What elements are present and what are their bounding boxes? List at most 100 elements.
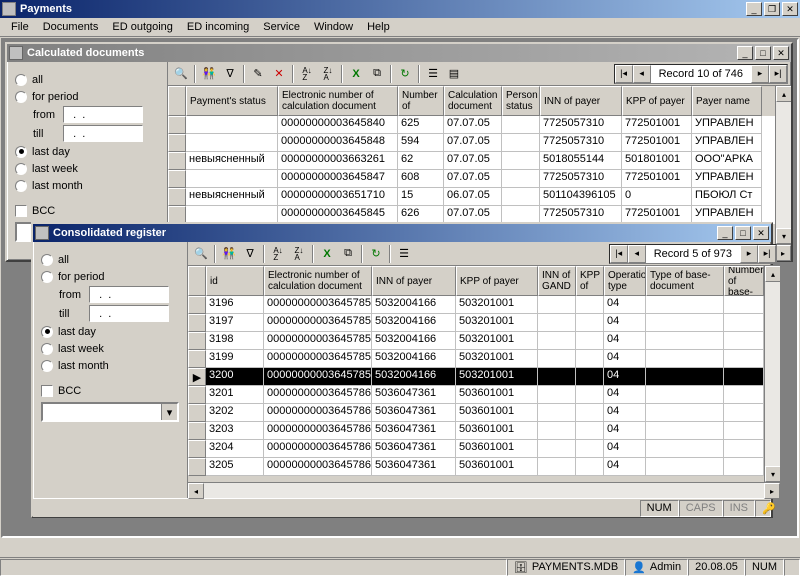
copy-icon[interactable]: ⧉ [338, 244, 358, 264]
menu-file[interactable]: File [4, 19, 36, 35]
table-cell[interactable]: 3204 [206, 440, 264, 458]
table-cell[interactable]: 3205 [206, 458, 264, 476]
zoom-icon[interactable]: 🔍 [171, 64, 191, 84]
table-cell[interactable]: 00000000003645847 [278, 170, 398, 188]
restore-button[interactable]: ❐ [764, 2, 780, 16]
table-cell[interactable]: 00000000003645786 [264, 440, 372, 458]
radio-last-month[interactable]: last month [15, 178, 159, 193]
table-cell[interactable] [186, 170, 278, 188]
resize-grip[interactable] [784, 559, 800, 576]
radio-last-day[interactable]: last day [15, 144, 159, 159]
table-cell[interactable]: 00000000003645785 [264, 350, 372, 368]
table-cell[interactable]: 07.07.05 [444, 134, 502, 152]
table-cell[interactable]: 503201001 [456, 350, 538, 368]
table-cell[interactable]: 04 [604, 422, 646, 440]
table-cell[interactable]: 00000000003645785 [264, 296, 372, 314]
radio-all[interactable]: all [15, 72, 159, 87]
export-excel-icon[interactable]: X [346, 64, 366, 84]
col-header[interactable]: INN of payer [372, 266, 456, 296]
table-row[interactable]: 3204000000000036457865036047361503601001… [188, 440, 764, 458]
table-cell[interactable] [724, 332, 764, 350]
table-cell[interactable]: 04 [604, 296, 646, 314]
table-cell[interactable] [538, 296, 576, 314]
child-maximize-button[interactable]: □ [735, 226, 751, 240]
nav-next-button[interactable]: ▸ [751, 65, 769, 83]
table-cell[interactable]: 15 [398, 188, 444, 206]
table-cell[interactable]: 07.07.05 [444, 116, 502, 134]
table-cell[interactable]: 62 [398, 152, 444, 170]
table-cell[interactable] [576, 458, 604, 476]
nav-first-button[interactable]: |◂ [615, 65, 633, 83]
col-header[interactable]: Payment's status [186, 86, 278, 116]
close-button[interactable]: ✕ [782, 2, 798, 16]
table-cell[interactable]: 0 [622, 188, 692, 206]
table-cell[interactable]: 3198 [206, 332, 264, 350]
table-cell[interactable]: 5032004166 [372, 368, 456, 386]
table-cell[interactable]: 5036047361 [372, 386, 456, 404]
table-cell[interactable]: 3201 [206, 386, 264, 404]
table-cell[interactable]: 608 [398, 170, 444, 188]
table-cell[interactable]: 5018055144 [540, 152, 622, 170]
table-cell[interactable]: 503201001 [456, 332, 538, 350]
table-cell[interactable]: 503601001 [456, 458, 538, 476]
table-cell[interactable]: 594 [398, 134, 444, 152]
table-cell[interactable]: 503601001 [456, 386, 538, 404]
table-cell[interactable]: 00000000003645785 [264, 368, 372, 386]
table-cell[interactable]: 04 [604, 332, 646, 350]
table-cell[interactable]: 772501001 [622, 116, 692, 134]
table-cell[interactable]: УПРАВЛЕН [692, 116, 762, 134]
table-cell[interactable]: 04 [604, 368, 646, 386]
table-cell[interactable] [724, 314, 764, 332]
sort-asc-icon[interactable]: A↓Z [268, 244, 288, 264]
table-cell[interactable]: 00000000003645785 [264, 314, 372, 332]
table-cell[interactable]: 503201001 [456, 314, 538, 332]
table-cell[interactable] [576, 404, 604, 422]
table-cell[interactable] [646, 350, 724, 368]
table-cell[interactable] [186, 134, 278, 152]
table-cell[interactable]: 00000000003645786 [264, 458, 372, 476]
table-cell[interactable]: ООО"АРКА [692, 152, 762, 170]
table-cell[interactable]: 7725057310 [540, 134, 622, 152]
export-excel-icon[interactable]: X [317, 244, 337, 264]
table-cell[interactable] [502, 170, 540, 188]
nav-last-button[interactable]: ▸| [769, 65, 787, 83]
table-cell[interactable] [576, 350, 604, 368]
table-cell[interactable]: 04 [604, 350, 646, 368]
table-cell[interactable] [538, 458, 576, 476]
radio-last-week[interactable]: last week [15, 161, 159, 176]
table-cell[interactable]: 3196 [206, 296, 264, 314]
table-cell[interactable]: 503201001 [456, 296, 538, 314]
table-cell[interactable]: 00000000003651710 [278, 188, 398, 206]
table-cell[interactable]: 625 [398, 116, 444, 134]
table-cell[interactable] [538, 386, 576, 404]
window-calculated-titlebar[interactable]: Calculated documents _ □ ✕ [7, 44, 791, 62]
table-cell[interactable]: 7725057310 [540, 170, 622, 188]
col-header[interactable]: Payer name [692, 86, 762, 116]
table-cell[interactable] [724, 296, 764, 314]
table-cell[interactable] [576, 314, 604, 332]
table-cell[interactable]: невыясненный [186, 152, 278, 170]
table-cell[interactable]: 06.07.05 [444, 188, 502, 206]
table-cell[interactable]: 5032004166 [372, 296, 456, 314]
table-cell[interactable]: 00000000003645786 [264, 404, 372, 422]
table-cell[interactable] [724, 368, 764, 386]
table-cell[interactable]: 501801001 [622, 152, 692, 170]
table-cell[interactable]: 5032004166 [372, 314, 456, 332]
table-row[interactable]: 3198000000000036457855032004166503201001… [188, 332, 764, 350]
table-cell[interactable]: 04 [604, 458, 646, 476]
radio-last-month[interactable]: last month [41, 358, 179, 373]
table-cell[interactable]: 00000000003645848 [278, 134, 398, 152]
menu-ed-incoming[interactable]: ED incoming [180, 19, 256, 35]
delete-icon[interactable]: ✕ [269, 64, 289, 84]
table-cell[interactable]: 04 [604, 386, 646, 404]
table-cell[interactable]: 5036047361 [372, 404, 456, 422]
menu-help[interactable]: Help [360, 19, 397, 35]
radio-all[interactable]: all [41, 252, 179, 267]
table-cell[interactable]: 00000000003663261 [278, 152, 398, 170]
vscrollbar[interactable]: ▴▾ [764, 266, 780, 482]
table-cell[interactable] [646, 332, 724, 350]
child-minimize-button[interactable]: _ [737, 46, 753, 60]
table-cell[interactable]: 5036047361 [372, 458, 456, 476]
table-cell[interactable] [538, 368, 576, 386]
table-cell[interactable]: 3197 [206, 314, 264, 332]
